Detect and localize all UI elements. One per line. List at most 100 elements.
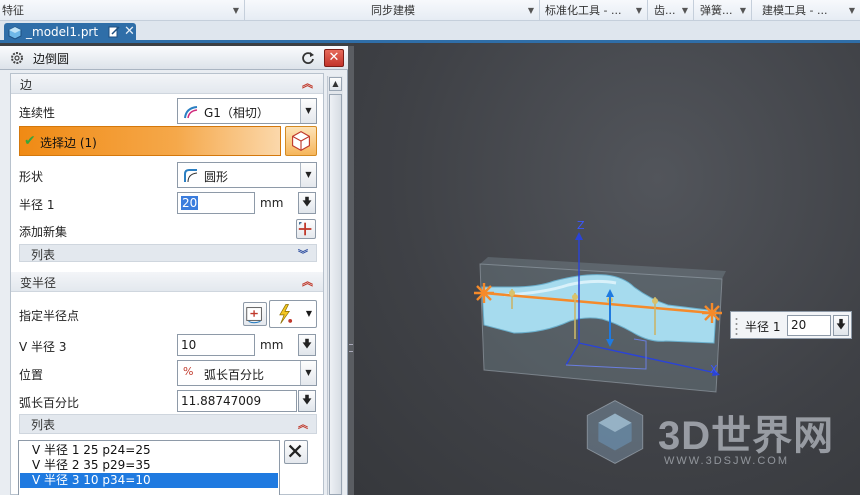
position-select[interactable]: % 弧长百分比 ▼ <box>177 360 317 386</box>
onscreen-radius-options-button[interactable] <box>833 315 849 336</box>
arrow-down-icon <box>836 318 846 330</box>
arc-length-percent-value: 11.88747009 <box>181 394 262 408</box>
chevron-down-icon[interactable]: ▼ <box>682 0 688 21</box>
checkmark-icon: ✔ <box>24 133 36 149</box>
arc-length-percent-label: 弧长百分比 <box>19 396 80 410</box>
chevron-down-icon[interactable]: ▼ <box>233 0 239 21</box>
tab-model1[interactable]: _model1.prt ✕ <box>4 23 136 43</box>
radius1-unit: mm <box>260 196 284 210</box>
tab-close-button[interactable]: ✕ <box>124 24 135 39</box>
dialog-body: 边 ︽ 连续性 G1（相切） ▼ ✔ 选择边 (1) 形状 圆形 ▼ 半径 1 … <box>10 73 324 495</box>
arc-length-percent-input[interactable]: 11.88747009 <box>177 390 297 412</box>
chevron-down-icon[interactable]: ▼ <box>849 0 855 21</box>
document-tab-bar: _model1.prt ✕ <box>0 21 860 43</box>
arc-length-options-button[interactable] <box>298 390 316 412</box>
ribbon-group-modeling-tools[interactable]: 建模工具 - ... ▼ <box>752 0 860 21</box>
section-edge-header[interactable]: 边 ︽ <box>11 74 323 94</box>
ribbon-group-sync-modeling[interactable]: 同步建模 ▼ <box>245 0 540 21</box>
ribbon-group-label: 标准化工具 - ... <box>545 4 622 17</box>
fillet-dialog: 边倒圆 ✕ 边 ︽ 连续性 G1（相切） ▼ ✔ 选择边 (1) 形状 圆形 ▼… <box>0 46 348 495</box>
v-radius-value: 10 <box>181 338 197 352</box>
ribbon-group-label: 弹簧... <box>700 4 733 17</box>
collapse-icon[interactable]: ︽ <box>298 416 308 431</box>
onscreen-radius-value: 20 <box>791 318 807 332</box>
variable-radius-list[interactable]: V 半径 1 25 p24=25 V 半径 2 35 p29=35 V 半径 3… <box>18 440 280 495</box>
gear-icon <box>11 52 23 64</box>
radius1-input[interactable]: 20 <box>177 192 255 214</box>
percent-icon: % <box>183 365 194 378</box>
list-item-selected[interactable]: V 半径 3 10 p34=10 <box>20 473 278 488</box>
part-file-icon <box>8 26 22 40</box>
v-radius-options-button[interactable] <box>298 334 316 356</box>
tab-label: _model1.prt <box>26 25 99 39</box>
drag-grip-icon[interactable] <box>734 316 739 336</box>
shape-value: 圆形 <box>204 170 229 184</box>
edge-selector-button[interactable] <box>285 126 317 156</box>
ribbon-group-spring[interactable]: 弹簧... ▼ <box>694 0 752 21</box>
reset-icon[interactable] <box>300 50 316 66</box>
edge-list-header[interactable]: 列表 ︾ <box>19 244 317 262</box>
continuity-label: 连续性 <box>19 106 56 120</box>
shape-select[interactable]: 圆形 ▼ <box>177 162 317 188</box>
radius1-label: 半径 1 <box>19 198 55 212</box>
watermark-title: 3D世界网 <box>658 414 835 458</box>
collapse-icon[interactable]: ︽ <box>302 75 313 91</box>
v-radius-input[interactable]: 10 <box>177 334 255 356</box>
variable-list-header[interactable]: 列表 ︽ <box>19 414 317 434</box>
section-title: 边 <box>20 78 33 92</box>
dialog-scrollbar[interactable]: ▲ <box>327 76 343 495</box>
remove-list-item-button[interactable] <box>284 440 308 464</box>
watermark-url: WWW.3DSJW.COM <box>664 455 789 467</box>
add-set-icon <box>298 222 312 236</box>
chevron-down-icon[interactable]: ▼ <box>300 99 316 123</box>
ribbon-group-feature[interactable]: 特征 ▼ <box>0 0 245 21</box>
ribbon-group-gear[interactable]: 齿... ▼ <box>648 0 694 21</box>
add-new-set-button[interactable] <box>296 219 316 239</box>
watermark-logo-icon <box>586 400 644 464</box>
collapse-icon[interactable]: ︽ <box>302 273 313 289</box>
ribbon-group-label: 同步建模 <box>371 4 415 17</box>
onscreen-radius-input[interactable]: 半径 1 20 <box>730 311 852 339</box>
chevron-down-icon[interactable]: ▼ <box>306 309 312 318</box>
ribbon-group-label: 特征 <box>2 4 24 17</box>
splitter-grip-icon <box>349 344 353 352</box>
chevron-down-icon[interactable]: ▼ <box>300 361 316 385</box>
onscreen-radius-field[interactable]: 20 <box>787 315 831 336</box>
shape-label: 形状 <box>19 170 44 184</box>
continuity-select[interactable]: G1（相切） ▼ <box>177 98 317 124</box>
delete-icon <box>288 444 302 458</box>
ribbon-group-standard-tools[interactable]: 标准化工具 - ... ▼ <box>540 0 648 21</box>
radius1-value: 20 <box>181 196 199 210</box>
section-variable-radius-header[interactable]: 变半径 ︽ <box>11 272 323 292</box>
section-title: 变半径 <box>20 276 57 290</box>
dialog-close-button[interactable]: ✕ <box>324 49 344 67</box>
chevron-down-icon[interactable]: ▼ <box>300 163 316 187</box>
select-edge-row[interactable]: ✔ 选择边 (1) <box>19 126 281 156</box>
lightning-point-icon <box>279 304 293 324</box>
v-radius-label: V 半径 3 <box>19 340 67 354</box>
arrow-down-icon <box>302 394 312 405</box>
expand-icon[interactable]: ︾ <box>298 246 308 261</box>
radius1-options-button[interactable] <box>298 192 316 214</box>
scroll-up-arrow-icon[interactable]: ▲ <box>329 77 342 91</box>
list-item[interactable]: V 半径 2 35 p29=35 <box>20 458 278 473</box>
scrollbar-thumb[interactable] <box>329 94 342 495</box>
z-axis-arrowhead <box>575 232 583 240</box>
onscreen-radius-label: 半径 1 <box>745 320 781 334</box>
z-axis-label: Z <box>577 219 585 232</box>
chevron-down-icon[interactable]: ▼ <box>636 0 642 21</box>
list-label: 列表 <box>31 418 56 432</box>
point-inference-select[interactable]: ▼ <box>269 300 317 328</box>
point-dialog-button[interactable] <box>243 302 267 326</box>
list-item[interactable]: V 半径 1 25 p24=25 <box>20 443 278 458</box>
dialog-title: 边倒圆 <box>33 52 70 66</box>
ribbon-group-label: 建模工具 - ... <box>762 4 828 17</box>
add-new-set-label: 添加新集 <box>19 225 68 239</box>
chevron-down-icon[interactable]: ▼ <box>740 0 746 21</box>
dialog-titlebar: 边倒圆 ✕ <box>0 46 348 70</box>
v-radius-unit: mm <box>260 338 284 352</box>
circular-shape-icon <box>184 169 198 183</box>
ribbon-group-label: 齿... <box>654 4 676 17</box>
chevron-down-icon[interactable]: ▼ <box>528 0 534 21</box>
arrow-down-icon <box>302 196 312 207</box>
